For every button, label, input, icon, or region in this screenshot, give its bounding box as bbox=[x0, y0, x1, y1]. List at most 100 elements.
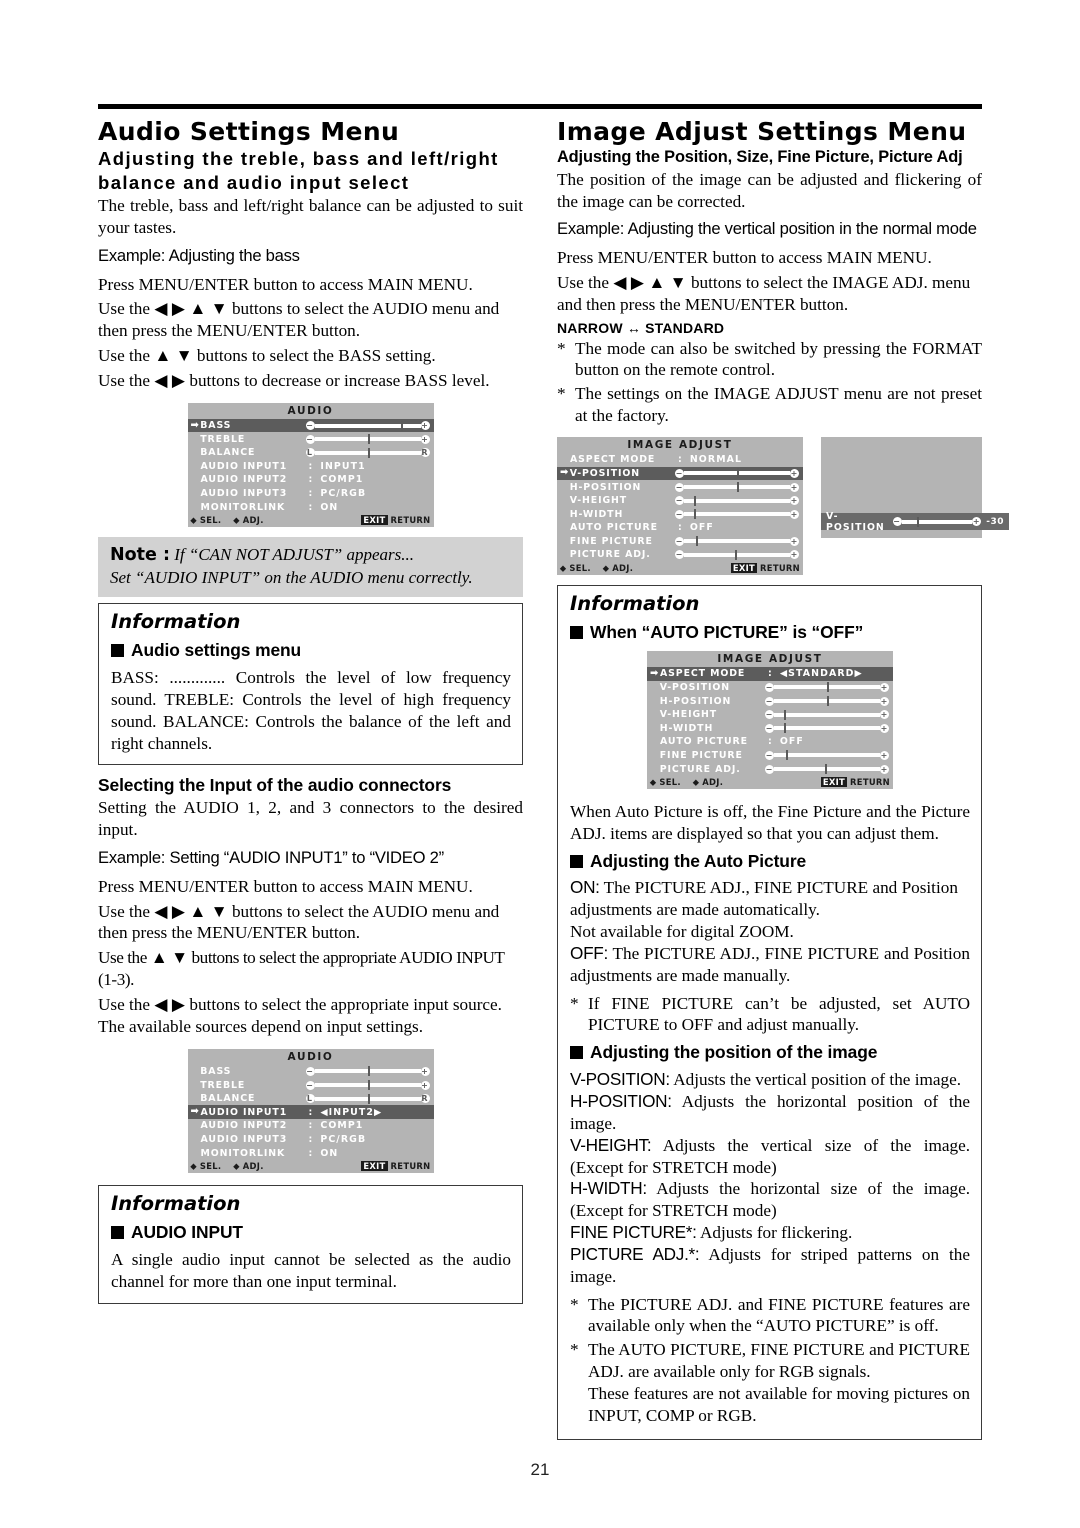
osd-slider-track[interactable] bbox=[774, 709, 880, 720]
osd-row-slider[interactable]: − + bbox=[765, 764, 889, 775]
osd-slider-knob[interactable] bbox=[401, 420, 404, 431]
osd-slider-track[interactable] bbox=[684, 549, 790, 560]
osd-slider-minus-cap[interactable]: − bbox=[765, 723, 774, 733]
osd-slider-plus-cap[interactable]: + bbox=[880, 682, 889, 692]
osd-row-slider[interactable]: − + bbox=[675, 549, 799, 560]
osd-row[interactable]: BALANCE L R bbox=[188, 1092, 434, 1106]
osd-row-slider[interactable]: − + bbox=[675, 509, 799, 520]
osd-slider-minus-cap[interactable]: − bbox=[675, 550, 684, 560]
osd-row-slider[interactable]: − + bbox=[675, 482, 799, 492]
osd-slider-track[interactable] bbox=[901, 516, 973, 527]
osd-slider-plus-cap[interactable]: + bbox=[790, 509, 799, 519]
osd-slider-plus-cap[interactable]: + bbox=[790, 482, 799, 492]
osd-row-value[interactable]: : OFF bbox=[678, 522, 799, 533]
osd-row[interactable]: FINE PICTURE − + bbox=[647, 749, 893, 763]
osd-row-slider[interactable]: LR bbox=[305, 1093, 430, 1104]
osd-slider-minus-cap[interactable]: L bbox=[305, 448, 315, 458]
osd-audio-menu-2[interactable]: AUDIO BASS − + TREBLE − + BALANCE L R ➡ AUDIO INPU… bbox=[187, 1048, 434, 1173]
osd-slider-plus-cap[interactable]: R bbox=[420, 448, 430, 458]
osd-slider-track[interactable] bbox=[684, 509, 790, 520]
osd-row-slider[interactable]: − + bbox=[765, 709, 889, 720]
osd-slider-track[interactable] bbox=[314, 447, 421, 458]
osd-row-slider[interactable]: − + bbox=[765, 750, 889, 761]
osd-slider-track[interactable] bbox=[314, 1093, 421, 1104]
osd-row[interactable]: AUDIO INPUT1: INPUT1 bbox=[188, 460, 434, 474]
osd-slider-plus-cap[interactable]: + bbox=[790, 550, 799, 560]
osd-image-adjust-1[interactable]: IMAGE ADJUST ASPECT MODE: NORMAL ➡ V-POSITI… bbox=[557, 437, 803, 575]
osd-row-slider[interactable]: − + bbox=[305, 1066, 430, 1077]
osd-foot-sel[interactable]: ⬥ SEL. bbox=[560, 563, 591, 574]
osd-row-slider[interactable]: − + bbox=[765, 723, 889, 734]
osd-slider-minus-cap[interactable]: − bbox=[765, 682, 774, 692]
osd-row[interactable]: MONITORLINK: ON bbox=[188, 1146, 434, 1160]
osd-slider-minus-cap[interactable]: − bbox=[305, 1080, 315, 1090]
osd-slider-knob[interactable] bbox=[367, 434, 370, 445]
osd-row[interactable]: V-HEIGHT − + bbox=[647, 708, 893, 722]
osd-row-slider[interactable]: − + bbox=[675, 495, 799, 506]
osd-slider-plus-cap[interactable]: + bbox=[420, 1066, 430, 1076]
osd-row[interactable]: H-WIDTH − + bbox=[557, 507, 803, 521]
osd-slider-knob[interactable] bbox=[693, 495, 696, 506]
osd-slider-track[interactable] bbox=[314, 1080, 421, 1091]
osd-slider-plus-cap[interactable]: + bbox=[880, 750, 889, 760]
osd-row[interactable]: FINE PICTURE − + bbox=[557, 535, 803, 549]
osd-slider-track[interactable] bbox=[314, 1066, 421, 1077]
osd-row[interactable]: V-HEIGHT − + bbox=[557, 494, 803, 508]
osd-slider-track[interactable] bbox=[774, 764, 880, 775]
osd-row-value[interactable]: : ◀STANDARD▶ bbox=[768, 668, 889, 679]
osd-slider-track[interactable] bbox=[774, 723, 880, 734]
osd-slider-minus-cap[interactable]: − bbox=[675, 536, 684, 546]
osd-slider-minus-cap[interactable]: − bbox=[675, 482, 684, 492]
osd-exit-button[interactable]: EXIT bbox=[361, 515, 388, 526]
osd-row-value[interactable]: : PC/RGB bbox=[309, 1134, 430, 1145]
osd-slider-minus-cap[interactable]: − bbox=[765, 696, 774, 706]
osd-row[interactable]: ➡ ASPECT MODE: ◀STANDARD▶ bbox=[647, 667, 893, 681]
osd-slider-track[interactable] bbox=[314, 420, 421, 431]
osd-slider-plus-cap[interactable]: + bbox=[420, 421, 430, 431]
osd-row[interactable]: AUDIO INPUT2: COMP1 bbox=[188, 1119, 434, 1133]
osd-slider-plus-cap[interactable]: + bbox=[420, 1080, 430, 1090]
osd-row-slider[interactable]: − + bbox=[765, 696, 889, 707]
osd-row-slider[interactable]: − + bbox=[675, 536, 799, 547]
osd-row[interactable]: H-WIDTH − + bbox=[647, 721, 893, 735]
osd-row[interactable]: H-POSITION − + bbox=[557, 480, 803, 494]
osd-slider-knob[interactable] bbox=[827, 682, 829, 693]
osd-slider-plus-cap[interactable]: R bbox=[420, 1094, 430, 1104]
osd-row[interactable]: AUTO PICTURE: OFF bbox=[647, 735, 893, 749]
osd-row-slider[interactable]: − + bbox=[305, 420, 430, 431]
osd-row-slider[interactable]: − + bbox=[305, 434, 430, 445]
osd-exit-button[interactable]: EXIT bbox=[730, 563, 758, 574]
osd-slider-minus-cap[interactable]: − bbox=[675, 496, 684, 506]
osd-row-slider[interactable]: LR bbox=[305, 447, 430, 458]
osd-slider-track[interactable] bbox=[774, 682, 880, 693]
osd-slider-track[interactable] bbox=[774, 696, 880, 707]
osd-slider-knob[interactable] bbox=[695, 536, 698, 547]
osd-slider-knob[interactable] bbox=[367, 1093, 370, 1104]
osd-vposition-slider[interactable]: − + -30 bbox=[892, 516, 1004, 527]
osd-row[interactable]: PICTURE ADJ. − + bbox=[647, 762, 893, 776]
osd-slider-plus-cap[interactable]: + bbox=[790, 496, 799, 506]
osd-foot-adj[interactable]: ⬥ ADJ. bbox=[693, 777, 723, 788]
osd-vposition-screen[interactable]: V-POSITION − + -30 bbox=[821, 437, 1009, 539]
osd-slider-minus-cap[interactable]: − bbox=[305, 1066, 315, 1076]
osd-slider-knob[interactable] bbox=[827, 696, 829, 707]
osd-slider-plus-cap[interactable]: + bbox=[880, 764, 889, 774]
osd-row-slider[interactable]: − + bbox=[305, 1080, 430, 1091]
osd-slider-minus-cap[interactable]: − bbox=[765, 764, 774, 774]
osd-row-value[interactable]: : ON bbox=[309, 502, 430, 513]
osd-slider-knob[interactable] bbox=[734, 549, 737, 560]
osd-foot-sel[interactable]: ⬥ SEL. bbox=[191, 1161, 222, 1172]
osd-image-adjust-2[interactable]: IMAGE ADJUST ➡ ASPECT MODE: ◀STANDARD▶ V-PO… bbox=[647, 651, 893, 789]
osd-row[interactable]: ➡ AUDIO INPUT1: ◀INPUT2▶ bbox=[187, 1105, 434, 1120]
osd-foot-adj[interactable]: ⬥ ADJ. bbox=[233, 515, 263, 526]
osd-row[interactable]: TREBLE − + bbox=[188, 1078, 434, 1092]
osd-row[interactable]: ➡ V-POSITION − + bbox=[557, 466, 803, 481]
osd-row[interactable]: TREBLE − + bbox=[188, 432, 434, 446]
osd-slider-knob[interactable] bbox=[785, 750, 788, 761]
osd-row[interactable]: V-POSITION − + bbox=[647, 681, 893, 695]
osd-slider-track[interactable] bbox=[684, 536, 790, 547]
osd-slider-track[interactable] bbox=[684, 495, 790, 506]
osd-slider-knob[interactable] bbox=[367, 447, 370, 458]
osd-exit-button[interactable]: EXIT bbox=[820, 777, 848, 788]
osd-slider-minus-cap[interactable]: L bbox=[305, 1094, 315, 1104]
